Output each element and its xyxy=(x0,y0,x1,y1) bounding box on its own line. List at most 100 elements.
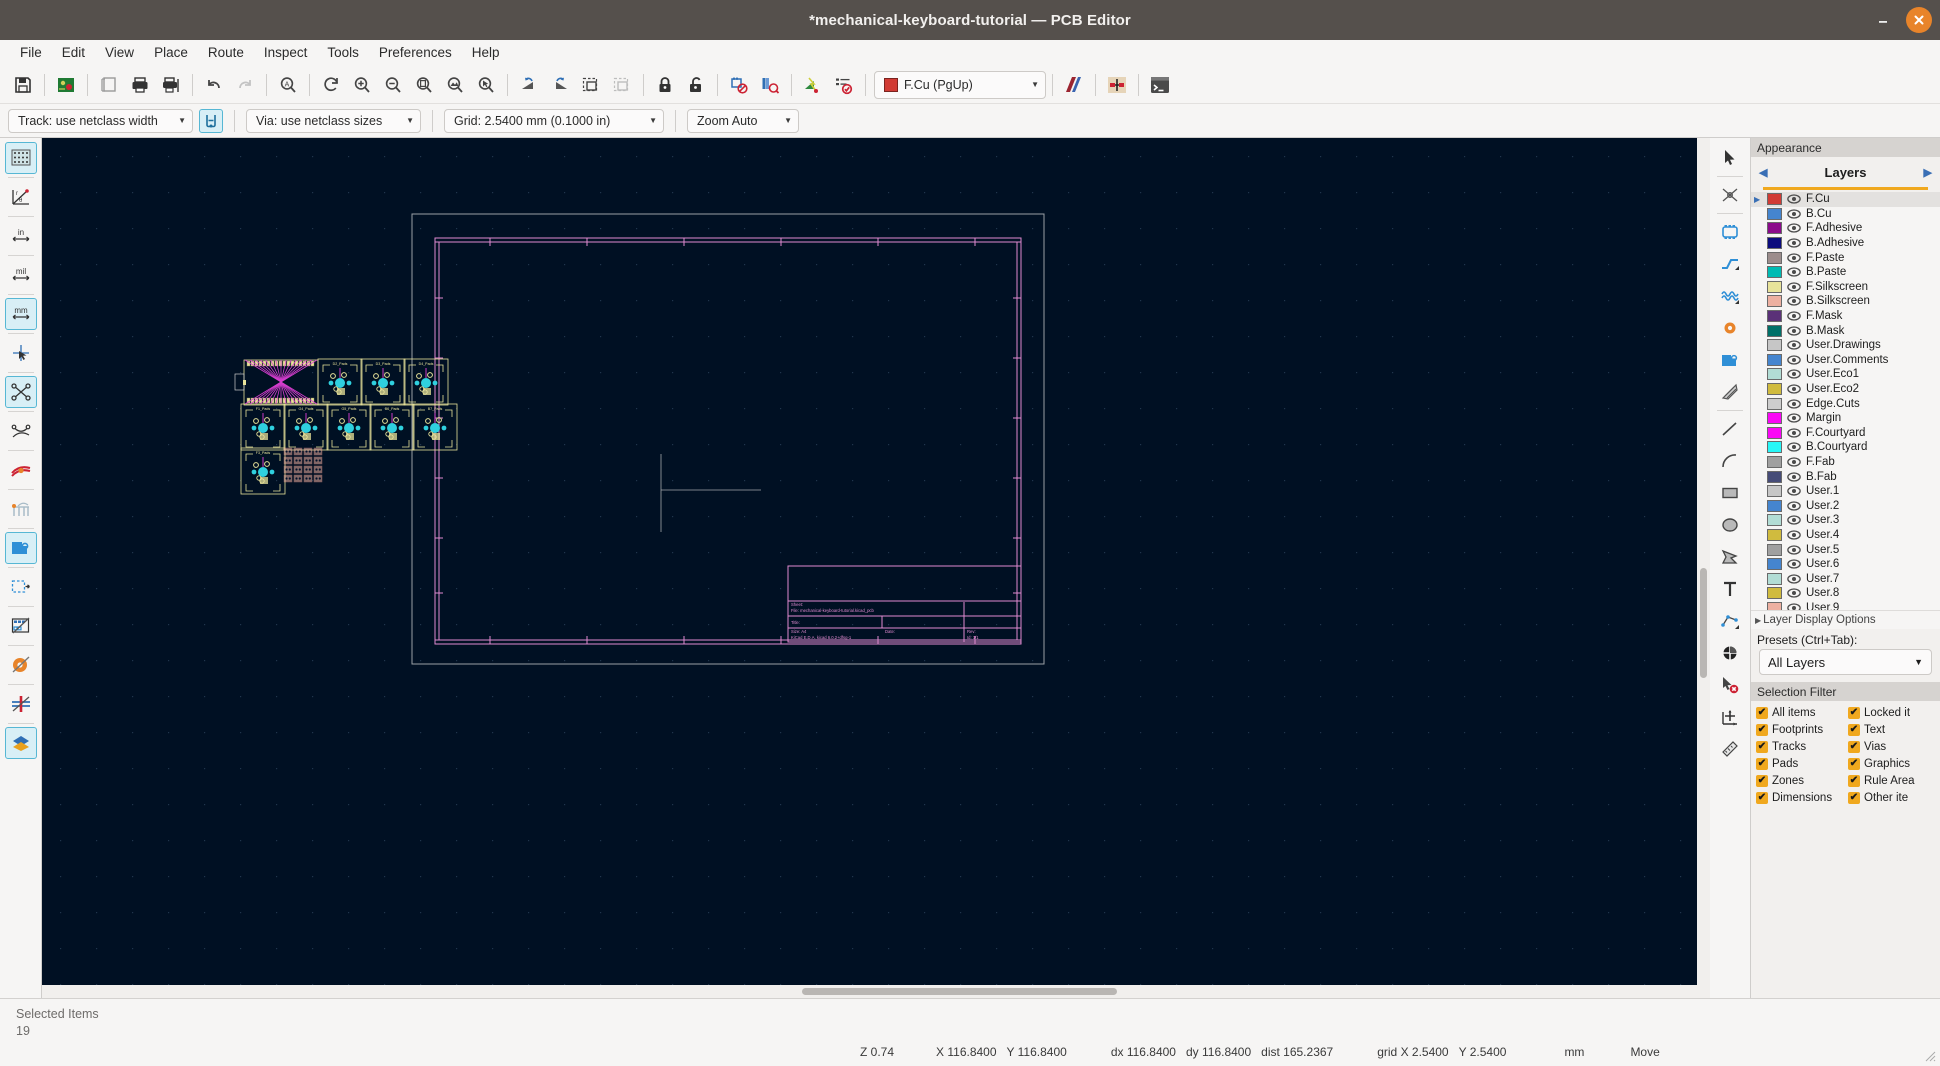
add-rule-area-icon[interactable] xyxy=(1714,376,1746,408)
selection-filter-item[interactable]: ✔ Zones xyxy=(1756,773,1848,789)
layer-visibility-eye-icon[interactable] xyxy=(1787,237,1801,249)
selection-filter-item[interactable]: ✔ All items xyxy=(1756,705,1848,721)
layer-row[interactable]: User.4 xyxy=(1751,528,1940,543)
layer-visibility-eye-icon[interactable] xyxy=(1787,398,1801,410)
layer-color-swatch[interactable] xyxy=(1767,485,1782,498)
selection-filter-item[interactable]: ✔ Tracks xyxy=(1756,739,1848,755)
checkbox[interactable]: ✔ xyxy=(1848,741,1860,753)
find-icon[interactable]: A xyxy=(273,70,303,100)
layer-visibility-eye-icon[interactable] xyxy=(1787,573,1801,585)
layer-color-swatch[interactable] xyxy=(1767,339,1782,352)
layer-visibility-eye-icon[interactable] xyxy=(1787,222,1801,234)
layer-color-swatch[interactable] xyxy=(1767,280,1782,293)
layer-color-swatch[interactable] xyxy=(1767,353,1782,366)
horizontal-scrollbar-thumb[interactable] xyxy=(802,988,1117,995)
selection-filter-item[interactable]: ✔ Dimensions xyxy=(1756,790,1848,806)
layer-row[interactable]: B.Silkscreen xyxy=(1751,294,1940,309)
menu-view[interactable]: View xyxy=(95,42,144,63)
lock-icon[interactable] xyxy=(650,70,680,100)
layer-visibility-eye-icon[interactable] xyxy=(1787,354,1801,366)
ungroup-icon[interactable] xyxy=(607,70,637,100)
layer-row[interactable]: User.9 xyxy=(1751,601,1940,610)
zoom-out-icon[interactable] xyxy=(378,70,408,100)
selection-filter-item[interactable]: ✔ Locked it xyxy=(1848,705,1940,721)
contrast-mode-icon[interactable] xyxy=(4,727,37,759)
layer-row[interactable]: Edge.Cuts xyxy=(1751,396,1940,411)
undo-icon[interactable] xyxy=(199,70,229,100)
layer-color-swatch[interactable] xyxy=(1767,514,1782,527)
vertical-scrollbar-thumb[interactable] xyxy=(1700,568,1707,678)
layer-color-swatch[interactable] xyxy=(1767,587,1782,600)
layer-color-swatch[interactable] xyxy=(1767,412,1782,425)
layer-color-swatch[interactable] xyxy=(1767,222,1782,235)
layer-color-swatch[interactable] xyxy=(1767,499,1782,512)
layer-row[interactable]: User.8 xyxy=(1751,586,1940,601)
update-pcb-from-schematic-icon[interactable] xyxy=(798,70,828,100)
add-filled-zone-icon[interactable] xyxy=(1714,344,1746,376)
layer-visibility-eye-icon[interactable] xyxy=(1787,602,1801,610)
grid-selector[interactable]: Grid: 2.5400 mm (0.1000 in) ▼ xyxy=(444,108,664,133)
menu-help[interactable]: Help xyxy=(462,42,510,63)
checkbox[interactable]: ✔ xyxy=(1756,724,1768,736)
checkbox[interactable]: ✔ xyxy=(1756,792,1768,804)
units-inches-icon[interactable]: in xyxy=(5,220,37,252)
unlock-icon[interactable] xyxy=(681,70,711,100)
run-drc-icon[interactable] xyxy=(829,70,859,100)
checkbox[interactable]: ✔ xyxy=(1756,741,1768,753)
draw-circle-icon[interactable] xyxy=(1714,509,1746,541)
place-footprint-icon[interactable] xyxy=(1714,216,1746,248)
page-settings-icon[interactable] xyxy=(94,70,124,100)
layer-visibility-eye-icon[interactable] xyxy=(1787,544,1801,556)
layer-row[interactable]: F.Silkscreen xyxy=(1751,280,1940,295)
layer-color-swatch[interactable] xyxy=(1767,383,1782,396)
group-icon[interactable] xyxy=(576,70,606,100)
layer-color-swatch[interactable] xyxy=(1767,426,1782,439)
layer-color-swatch[interactable] xyxy=(1767,572,1782,585)
selection-filter-item[interactable]: ✔ Rule Area xyxy=(1848,773,1940,789)
layer-row[interactable]: F.Adhesive xyxy=(1751,221,1940,236)
menu-route[interactable]: Route xyxy=(198,42,254,63)
layer-row[interactable]: B.Mask xyxy=(1751,323,1940,338)
layer-row[interactable]: F.Mask xyxy=(1751,309,1940,324)
selection-filter-item[interactable]: ✔ Text xyxy=(1848,722,1940,738)
menu-file[interactable]: File xyxy=(10,42,52,63)
add-dimension-icon[interactable] xyxy=(1714,605,1746,637)
layer-visibility-eye-icon[interactable] xyxy=(1787,529,1801,541)
layer-color-swatch[interactable] xyxy=(1767,295,1782,308)
layer-visibility-eye-icon[interactable] xyxy=(1787,266,1801,278)
layer-row[interactable]: Margin xyxy=(1751,411,1940,426)
layer-visibility-eye-icon[interactable] xyxy=(1787,339,1801,351)
footprint-sketch-mode-icon[interactable] xyxy=(5,610,37,642)
save-board-icon[interactable] xyxy=(8,70,38,100)
route-diff-pair-icon[interactable] xyxy=(1714,280,1746,312)
via-sketch-mode-icon[interactable] xyxy=(5,688,37,720)
menu-edit[interactable]: Edit xyxy=(52,42,95,63)
vertical-scrollbar[interactable] xyxy=(1697,138,1710,985)
layer-visibility-eye-icon[interactable] xyxy=(1787,208,1801,220)
zoom-selector[interactable]: Zoom Auto ▼ xyxy=(687,108,799,133)
toggle-grid-icon[interactable] xyxy=(4,142,37,174)
layer-row[interactable]: User.5 xyxy=(1751,542,1940,557)
board-setup-icon[interactable] xyxy=(51,70,81,100)
menu-tools[interactable]: Tools xyxy=(317,42,369,63)
net-color-icon[interactable] xyxy=(5,454,37,486)
add-via-icon[interactable] xyxy=(1714,312,1746,344)
menu-inspect[interactable]: Inspect xyxy=(254,42,318,63)
rotate-ccw-icon[interactable] xyxy=(514,70,544,100)
footprint-library-icon[interactable] xyxy=(1102,70,1132,100)
tab-next-arrow-icon[interactable]: ▶ xyxy=(1924,166,1932,179)
track-width-selector[interactable]: Track: use netclass width ▼ xyxy=(8,108,193,133)
layer-color-swatch[interactable] xyxy=(1767,193,1782,206)
footprint-viewer-icon[interactable] xyxy=(755,70,785,100)
layer-visibility-eye-icon[interactable] xyxy=(1787,252,1801,264)
zoom-fit-page-icon[interactable] xyxy=(409,70,439,100)
checkbox[interactable]: ✔ xyxy=(1756,775,1768,787)
toggle-full-crosshair-icon[interactable] xyxy=(5,337,37,369)
layer-visibility-eye-icon[interactable] xyxy=(1787,310,1801,322)
ratsnest-display-icon[interactable] xyxy=(5,493,37,525)
plot-icon[interactable] xyxy=(156,70,186,100)
measure-tool-icon[interactable] xyxy=(1714,733,1746,765)
layer-visibility-eye-icon[interactable] xyxy=(1787,558,1801,570)
layer-row[interactable]: User.7 xyxy=(1751,571,1940,586)
layer-row[interactable]: User.3 xyxy=(1751,513,1940,528)
